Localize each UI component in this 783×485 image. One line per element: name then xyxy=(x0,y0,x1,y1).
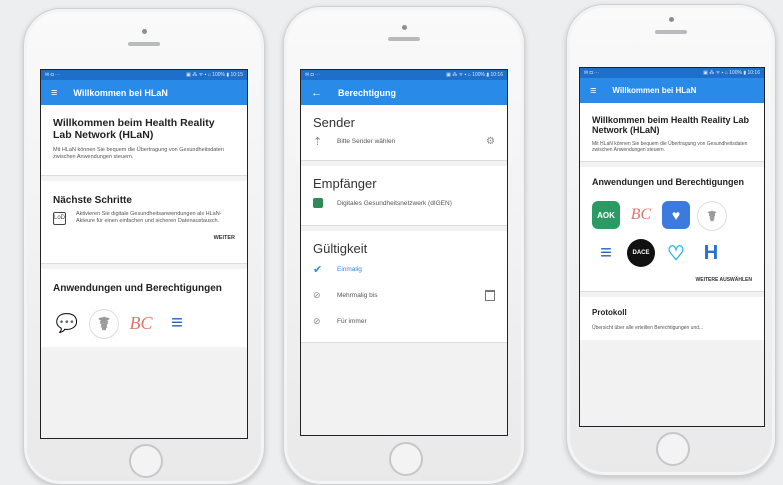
app-bar-title: Berechtigung xyxy=(338,87,397,98)
sender-section: Sender ⇡ Bitte Sender wählen ⚙ xyxy=(301,105,507,161)
welcome-title: Willkommen beim Health Reality Lab Netwo… xyxy=(53,117,215,141)
app-bar: ← Berechtigung xyxy=(301,80,507,105)
home-button[interactable] xyxy=(656,432,690,466)
caduceus-app-icon[interactable]: ☤ xyxy=(697,201,727,231)
h-app-icon[interactable]: H xyxy=(697,239,725,267)
screen-2: ✉ ◘ ⋯ ▣ ⁂ ᯤ ▪ ⌂ 100% ▮ 10:16 ← Berechtig… xyxy=(300,69,508,436)
dace-app-icon[interactable]: DACE xyxy=(627,239,655,267)
validity-option-label: Für immer xyxy=(337,317,367,325)
home-button[interactable] xyxy=(129,444,163,478)
log-title: Protokoll xyxy=(592,308,627,317)
app-bar-title: Willkommen bei HLaN xyxy=(73,87,168,98)
app-bar: ≡ Willkommen bei HLaN xyxy=(580,78,764,103)
next-steps-title: Nächste Schritte xyxy=(53,195,132,206)
status-bar: ✉ ◘ ⋯ ▣ ⁂ ᯤ ▪ ⌂ 100% ▮ 10:16 xyxy=(301,70,507,80)
receiver-name: Digitales Gesundheitsnetzwerk (dIGEN) xyxy=(337,200,452,207)
device-icon: LoD xyxy=(53,211,67,225)
validity-option-label: Mehrmalig bis xyxy=(337,291,378,299)
validity-option-label: Einmalig xyxy=(337,265,362,273)
caduceus-app-icon[interactable]: ☤ xyxy=(89,309,119,339)
log-text: Übersicht über alle erteilten Berechtigu… xyxy=(592,325,704,331)
welcome-text: Mit HLaN können Sie bequem die Übertragu… xyxy=(53,147,224,160)
next-steps-card: Nächste Schritte LoD Aktivieren Sie digi… xyxy=(41,181,247,264)
app-bar: ≡ Willkommen bei HLaN xyxy=(41,80,247,105)
calendar-icon[interactable] xyxy=(485,289,495,301)
next-steps-row: LoD Aktivieren Sie digitale Gesundheitsa… xyxy=(53,211,235,225)
speaker-grille xyxy=(388,37,420,41)
app-bar-title: Willkommen bei HLaN xyxy=(612,86,697,95)
front-camera xyxy=(669,17,674,22)
validity-option-once[interactable]: ✔ Einmalig xyxy=(313,256,495,282)
status-left: ✉ ◘ ⋯ xyxy=(305,72,320,78)
bc-app-icon[interactable]: BC xyxy=(127,309,155,337)
log-card: Protokoll Übersicht über alle erteilten … xyxy=(580,297,764,340)
status-right: ▣ ⁂ ᯤ ▪ ⌂ 100% ▮ 10:16 xyxy=(703,70,760,76)
menu-icon[interactable]: ≡ xyxy=(590,85,596,97)
back-arrow-icon[interactable]: ← xyxy=(311,87,322,99)
menu-icon[interactable]: ≡ xyxy=(51,87,57,99)
welcome-title: Willkommen beim Health Reality Lab Netwo… xyxy=(592,115,749,135)
phone-frame-3: ✉ ◘ ⋯ ▣ ⁂ ᯤ ▪ ⌂ 100% ▮ 10:16 ≡ Willkomme… xyxy=(566,4,776,476)
sender-select[interactable]: ⇡ Bitte Sender wählen ⚙ xyxy=(313,130,495,152)
apps-title: Anwendungen und Berechtigungen xyxy=(53,283,222,294)
apps-card: Anwendungen und Berechtigungen 💬 ☤ BC ≡ xyxy=(41,269,247,347)
status-bar: ✉ ◘ ⋯ ▣ ⁂ ᯤ ▪ ⌂ 100% ▮ 10:15 xyxy=(41,70,247,80)
app-logo-icon xyxy=(313,198,337,210)
front-camera xyxy=(402,25,407,30)
home-button[interactable] xyxy=(389,442,423,476)
validity-section: Gültigkeit ✔ Einmalig ⊘ Mehrmalig bis ⊘ … xyxy=(301,231,507,343)
receiver-row[interactable]: Digitales Gesundheitsnetzwerk (dIGEN) xyxy=(313,191,495,217)
bc-app-icon[interactable]: BC xyxy=(627,201,655,229)
dna-app-icon[interactable]: ≡ xyxy=(592,239,620,267)
speaker-grille xyxy=(655,30,687,34)
phone-frame-2: ✉ ◘ ⋯ ▣ ⁂ ᯤ ▪ ⌂ 100% ▮ 10:16 ← Berechtig… xyxy=(283,6,525,485)
front-camera xyxy=(142,29,147,34)
heart-app-icon[interactable]: ♡ xyxy=(662,239,690,267)
settings-icon[interactable]: ⚙ xyxy=(486,136,495,147)
validity-option-until[interactable]: ⊘ Mehrmalig bis xyxy=(313,282,495,308)
upload-icon: ⇡ xyxy=(313,135,323,148)
status-right: ▣ ⁂ ᯤ ▪ ⌂ 100% ▮ 10:16 xyxy=(446,72,503,78)
app-icon-row: 💬 ☤ BC ≡ xyxy=(53,309,235,339)
welcome-text: Mit HLaN können Sie bequem die Übertragu… xyxy=(592,141,748,153)
apps-card: Anwendungen und Berechtigungen AOK BC ♥ … xyxy=(580,167,764,292)
dna-app-icon[interactable]: ≡ xyxy=(163,309,191,337)
sender-title: Sender xyxy=(313,115,355,130)
chat-heart-app-icon[interactable]: 💬 xyxy=(53,309,81,337)
check-circle-outline-icon: ⊘ xyxy=(313,289,321,300)
screen-3: ✉ ◘ ⋯ ▣ ⁂ ᯤ ▪ ⌂ 100% ▮ 10:16 ≡ Willkomme… xyxy=(579,67,765,427)
check-circle-icon: ✔ xyxy=(313,263,323,276)
screen-1: ✉ ◘ ⋯ ▣ ⁂ ᯤ ▪ ⌂ 100% ▮ 10:15 ≡ Willkomme… xyxy=(40,69,248,439)
status-right: ▣ ⁂ ᯤ ▪ ⌂ 100% ▮ 10:15 xyxy=(186,72,243,78)
receiver-section: Empfänger Digitales Gesundheitsnetzwerk … xyxy=(301,166,507,226)
status-bar: ✉ ◘ ⋯ ▣ ⁂ ᯤ ▪ ⌂ 100% ▮ 10:16 xyxy=(580,68,764,78)
check-circle-outline-icon: ⊘ xyxy=(313,315,321,326)
speaker-grille xyxy=(128,42,160,46)
validity-title: Gültigkeit xyxy=(313,241,368,256)
phone-frame-1: ✉ ◘ ⋯ ▣ ⁂ ᯤ ▪ ⌂ 100% ▮ 10:15 ≡ Willkomme… xyxy=(23,8,265,485)
apps-title: Anwendungen und Berechtigungen xyxy=(592,177,744,187)
welcome-card: Willkommen beim Health Reality Lab Netwo… xyxy=(41,105,247,176)
validity-option-forever[interactable]: ⊘ Für immer xyxy=(313,308,495,334)
status-left: ✉ ◘ ⋯ xyxy=(584,70,599,76)
heart-chat-app-icon[interactable]: ♥ xyxy=(662,201,690,229)
next-steps-text: Aktivieren Sie digitale Gesundheitsanwen… xyxy=(76,211,222,224)
more-apps-button[interactable]: WEITERE AUSWÄHLEN xyxy=(592,277,752,283)
status-left: ✉ ◘ ⋯ xyxy=(45,72,60,78)
sender-placeholder: Bitte Sender wählen xyxy=(337,137,396,145)
receiver-title: Empfänger xyxy=(313,176,377,191)
welcome-card: Willkommen beim Health Reality Lab Netwo… xyxy=(580,103,764,162)
app-icon-grid: AOK BC ♥ ☤ ≡ DACE ♡ H xyxy=(592,201,752,267)
aok-app-icon[interactable]: AOK xyxy=(592,201,620,229)
